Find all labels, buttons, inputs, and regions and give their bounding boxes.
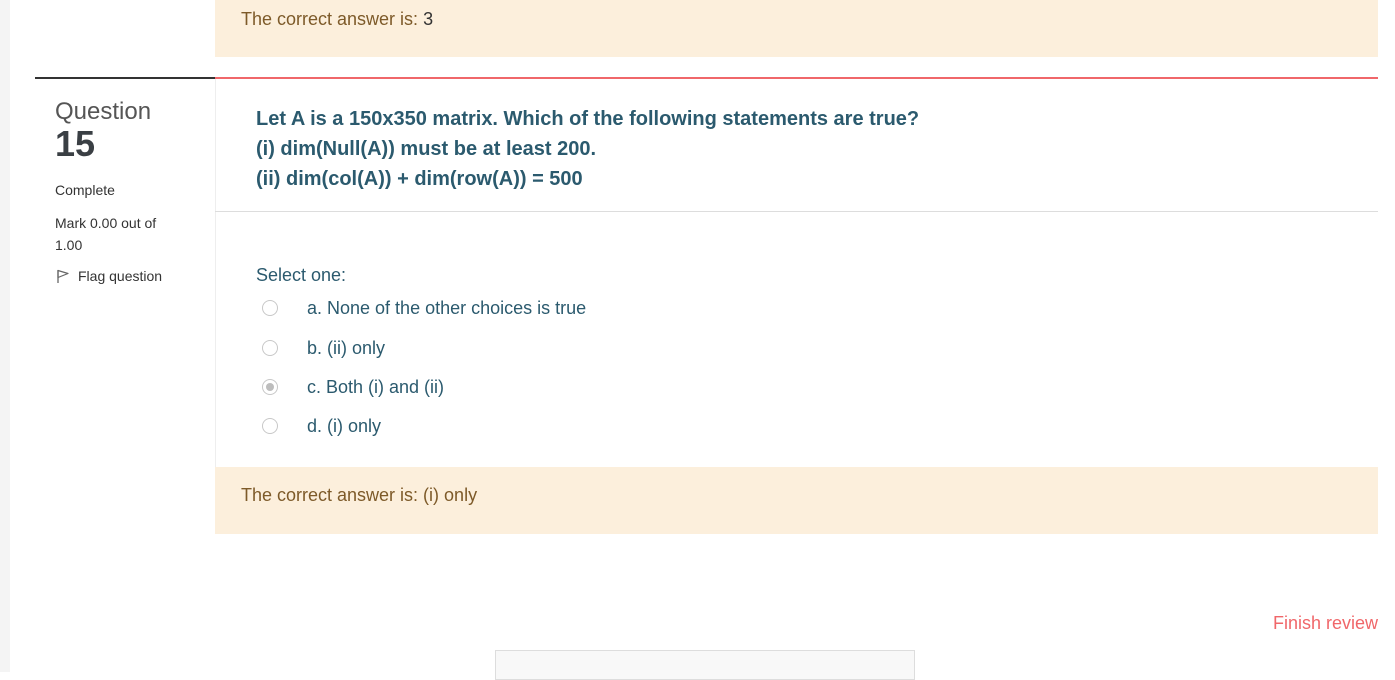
answer-radio-d[interactable]	[262, 418, 278, 434]
answer-prompt: Select one:	[256, 265, 347, 285]
answer-label-b[interactable]: b. (ii) only	[307, 338, 385, 359]
answer-option-c[interactable]: c. Both (i) and (ii)	[262, 375, 444, 399]
question-content-divider	[215, 77, 1378, 79]
answer-radio-b[interactable]	[262, 340, 278, 356]
previous-feedback-label: The correct answer is:	[241, 9, 424, 29]
answer-option-a[interactable]: a. None of the other choices is true	[262, 296, 586, 320]
answer-label-d[interactable]: d. (i) only	[307, 416, 381, 437]
question-number: 15	[55, 123, 96, 164]
question-state: Complete	[55, 182, 115, 198]
question-text-line: Let A is a 150x350 matrix. Which of the …	[256, 108, 920, 130]
quiz-navigation-panel	[495, 650, 915, 680]
previous-question-feedback: The correct answer is: 3	[215, 0, 1378, 57]
flag-icon	[55, 268, 71, 284]
answer-label-c[interactable]: c. Both (i) and (ii)	[307, 377, 444, 398]
question-text-line: (i) dim(Null(A)) must be at least 200.	[256, 138, 597, 160]
answer-option-b[interactable]: b. (ii) only	[262, 336, 385, 360]
answer-label-a[interactable]: a. None of the other choices is true	[307, 298, 586, 319]
flag-question-link[interactable]: Flag question	[55, 268, 205, 284]
answer-radio-a[interactable]	[262, 300, 278, 316]
question-info-panel: Question 15 Complete Mark 0.00 out of 1.…	[55, 98, 205, 285]
answer-radio-c[interactable]	[262, 379, 278, 395]
question-feedback: The correct answer is: (i) only	[215, 467, 1378, 534]
finish-review-link[interactable]: Finish review	[1273, 613, 1378, 634]
previous-feedback-text: The correct answer is: 3	[241, 9, 433, 30]
question-info-divider	[35, 77, 215, 79]
previous-feedback-value: 3	[423, 9, 434, 29]
question-grade: Mark 0.00 out of 1.00	[55, 215, 157, 253]
correct-answer-text: The correct answer is: (i) only	[241, 485, 478, 505]
question-text: Let A is a 150x350 matrix. Which of the …	[256, 104, 1376, 194]
answer-option-d[interactable]: d. (i) only	[262, 414, 381, 438]
flag-question-label: Flag question	[78, 268, 163, 284]
question-text-separator	[215, 211, 1378, 212]
question-left-border	[215, 79, 216, 534]
question-heading-word: Question	[55, 98, 152, 125]
question-text-line: (ii) dim(col(A)) + dim(row(A)) = 500	[256, 168, 583, 190]
page-left-edge	[0, 0, 10, 672]
